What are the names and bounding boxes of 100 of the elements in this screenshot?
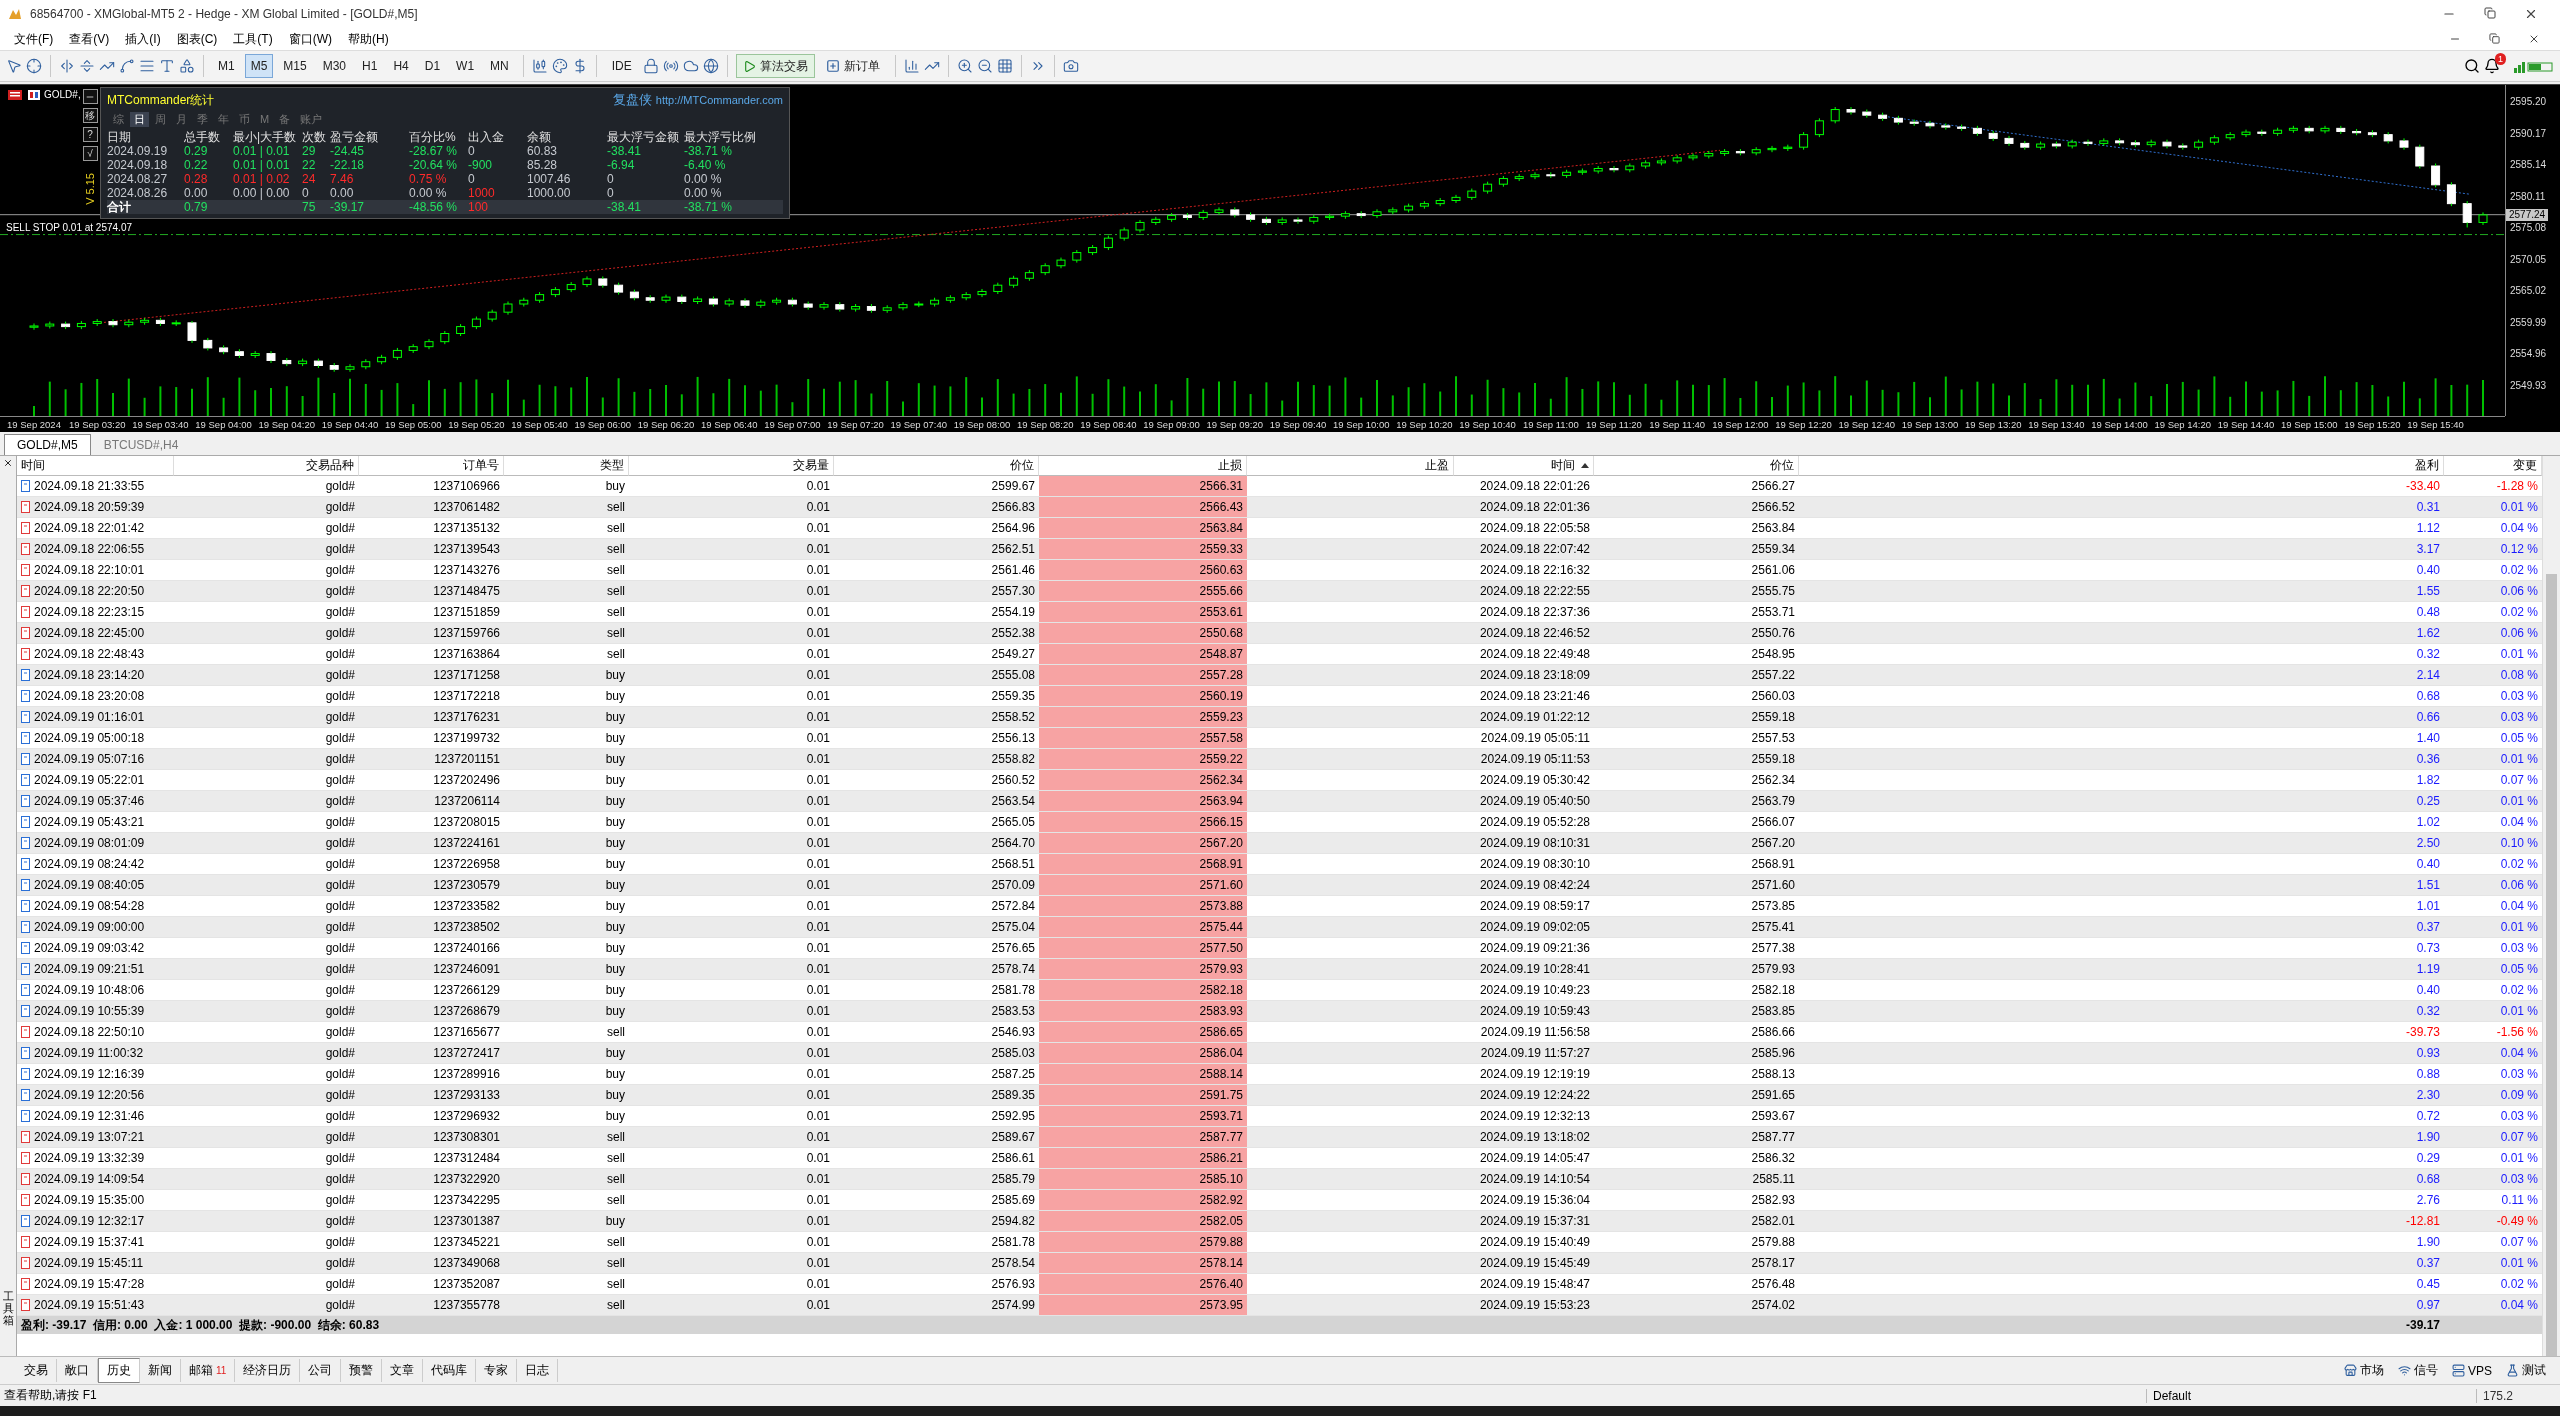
table-cell: 2567.20 xyxy=(1039,833,1247,854)
notification-badge: 1 xyxy=(2495,53,2506,65)
timeframe-button[interactable]: M1 xyxy=(212,54,241,78)
table-cell: 2568.91 xyxy=(1039,854,1247,875)
menu-item[interactable]: 文件(F) xyxy=(6,30,62,48)
column-header[interactable]: 价位 xyxy=(1594,456,1799,476)
time-text: 2024.09.19 05:07:16 xyxy=(34,752,145,766)
timeframe-button[interactable]: D1 xyxy=(418,54,447,78)
menu-item[interactable]: 帮助(H) xyxy=(340,30,397,48)
menu-item[interactable]: 插入(I) xyxy=(117,30,169,48)
timeframe-button[interactable]: M15 xyxy=(277,54,313,78)
panel-tab[interactable]: 年 xyxy=(214,111,233,127)
chart-tab[interactable]: GOLD#,M5 xyxy=(4,434,91,455)
table-cell: 2562.34 xyxy=(1039,770,1247,791)
timeframe-button[interactable]: M30 xyxy=(316,54,353,78)
panel-tab[interactable]: 历史 xyxy=(98,1358,140,1383)
help-text: 查看帮助,请按 F1 xyxy=(4,1387,98,1404)
panel-tab[interactable]: 交易 xyxy=(16,1359,57,1382)
footer-link[interactable]: 测试 xyxy=(2506,1362,2546,1379)
timeframe-button[interactable]: H4 xyxy=(387,54,415,78)
stats-cell: 0.29 xyxy=(184,144,208,158)
footer-link[interactable]: 市场 xyxy=(2344,1362,2384,1379)
panel-tab[interactable]: 季 xyxy=(193,111,212,127)
table-cell: 1237206114 xyxy=(359,791,504,812)
timeframe-button[interactable]: H1 xyxy=(356,54,384,78)
table-cell: 0.01 % xyxy=(2444,917,2542,938)
timeframe-button[interactable]: M5 xyxy=(244,54,274,78)
footer-link[interactable]: VPS xyxy=(2452,1363,2492,1378)
table-cell: gold# xyxy=(174,539,359,560)
panel-tab[interactable]: 文章 xyxy=(382,1359,424,1382)
column-header[interactable]: 交易品种 xyxy=(174,456,359,476)
panel-tab[interactable]: 预警 xyxy=(341,1359,383,1382)
column-header[interactable]: 时间 xyxy=(17,456,174,476)
panel-tab[interactable]: 专家 xyxy=(476,1359,518,1382)
menu-item[interactable]: 窗口(W) xyxy=(280,30,340,48)
table-cell: 2559.18 xyxy=(1594,707,1799,728)
table-cell: 2579.93 xyxy=(1039,959,1247,980)
menu-item[interactable]: 图表(C) xyxy=(168,30,226,48)
panel-tab[interactable]: 月 xyxy=(172,111,191,127)
panel-tab[interactable]: 日 xyxy=(130,111,149,127)
table-cell: 2559.33 xyxy=(1039,539,1247,560)
table-cell: 2550.76 xyxy=(1594,623,1799,644)
stats-cell: -24.45 xyxy=(330,144,365,158)
table-cell: -0.49 % xyxy=(2444,1211,2542,1232)
column-header[interactable]: 类型 xyxy=(504,456,629,476)
table-cell: 2024.09.19 15:53:23 xyxy=(1454,1295,1594,1316)
url-link[interactable]: http://MTCommander.com xyxy=(655,94,783,106)
panel-tab[interactable]: 新闻 xyxy=(140,1359,181,1382)
price-label: 2549.93 xyxy=(2510,380,2547,392)
column-header[interactable]: 时间 xyxy=(1454,456,1594,476)
table-cell: 2578.74 xyxy=(834,959,1039,980)
table-cell: 2566.43 xyxy=(1039,497,1247,518)
panel-side-button[interactable]: ? xyxy=(82,127,98,142)
panel-tab[interactable]: M xyxy=(256,113,274,125)
timeframe-button[interactable]: W1 xyxy=(450,54,481,78)
panel-tab[interactable]: 账户 xyxy=(296,111,327,127)
ping-text: 175.2 xyxy=(2476,1388,2556,1403)
table-cell: 2588.14 xyxy=(1039,1064,1247,1085)
time-label: 19 Sep 04:40 xyxy=(321,418,379,432)
panel-tab[interactable]: 经济日历 xyxy=(235,1359,301,1382)
table-cell: gold# xyxy=(174,791,359,812)
profile-text: Default xyxy=(2146,1388,2476,1403)
column-header[interactable]: 变更 xyxy=(2444,456,2542,476)
table-cell: gold# xyxy=(174,1001,359,1022)
panel-tab[interactable]: 币 xyxy=(235,111,254,127)
stats-cell: 0.22 xyxy=(184,158,208,172)
new-order-button[interactable]: 新订单 xyxy=(818,54,887,78)
table-cell: 2.30 xyxy=(1799,1085,2444,1106)
chart-tab[interactable]: BTCUSD#,H4 xyxy=(90,434,192,455)
ide-button[interactable]: IDE xyxy=(604,54,639,78)
panel-side-button[interactable]: 移 xyxy=(82,108,98,123)
panel-tab[interactable]: 综 xyxy=(109,111,128,127)
time-label: 19 Sep 09:00 xyxy=(1143,418,1200,432)
column-header[interactable]: 止损 xyxy=(1039,456,1247,476)
stats-cell: 合计 xyxy=(107,200,131,214)
table-cell: 0.37 xyxy=(1799,917,2444,938)
current-price-label: 2577.24 xyxy=(2506,208,2549,221)
stats-cell: 2024.09.18 xyxy=(107,158,168,172)
table-cell: 0.05 % xyxy=(2444,959,2542,980)
column-header[interactable]: 订单号 xyxy=(359,456,504,476)
panel-tab[interactable]: 公司 xyxy=(300,1359,342,1382)
time-label: 19 Sep 07:00 xyxy=(764,418,821,432)
panel-tab[interactable]: 代码库 xyxy=(423,1359,477,1382)
column-header[interactable]: 价位 xyxy=(834,456,1039,476)
time-text: 2024.09.18 23:20:08 xyxy=(34,689,145,703)
footer-link[interactable]: 信号 xyxy=(2398,1362,2438,1379)
column-header[interactable]: 盈利 xyxy=(1799,456,2444,476)
menu-item[interactable]: 工具(T) xyxy=(225,30,281,48)
panel-side-button[interactable]: √ xyxy=(82,146,98,161)
algo-trading-button[interactable]: 算法交易 xyxy=(735,54,815,78)
time-text: 2024.09.18 22:06:55 xyxy=(34,542,145,556)
panel-tab[interactable]: 邮箱 11 xyxy=(181,1359,236,1382)
menu-item[interactable]: 查看(V) xyxy=(61,30,118,48)
panel-tab[interactable]: 日志 xyxy=(517,1359,559,1382)
column-header[interactable]: 止盈 xyxy=(1247,456,1454,476)
timeframe-button[interactable]: MN xyxy=(484,54,515,78)
table-cell: 2559.18 xyxy=(1594,749,1799,770)
panel-tab[interactable]: 备 xyxy=(275,111,295,127)
panel-tab[interactable]: 周 xyxy=(151,111,170,127)
column-header[interactable]: 交易量 xyxy=(629,456,834,476)
